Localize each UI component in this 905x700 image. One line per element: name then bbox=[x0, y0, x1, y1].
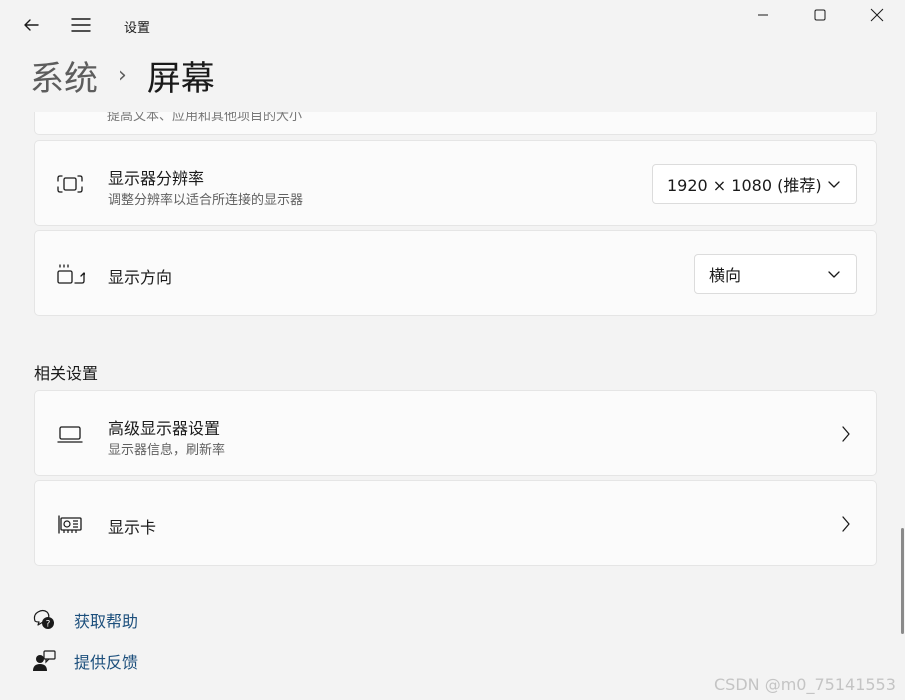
close-icon bbox=[870, 8, 884, 22]
orientation-dropdown[interactable]: 横向 bbox=[694, 254, 857, 294]
close-button[interactable] bbox=[854, 0, 900, 30]
graphics-card-card[interactable]: 显示卡 bbox=[34, 480, 877, 566]
minimize-icon bbox=[758, 14, 768, 16]
svg-text:?: ? bbox=[46, 620, 51, 630]
resolution-subtitle: 调整分辨率以适合所连接的显示器 bbox=[108, 193, 304, 208]
watermark: CSDN @m0_75141553 bbox=[714, 675, 896, 694]
orientation-title: 显示方向 bbox=[108, 268, 173, 287]
hamburger-icon bbox=[71, 18, 91, 32]
get-help-label: 获取帮助 bbox=[74, 612, 139, 631]
orientation-value: 横向 bbox=[709, 266, 742, 285]
feedback-label: 提供反馈 bbox=[74, 653, 139, 672]
orientation-icon bbox=[57, 263, 88, 289]
help-icon: ? bbox=[33, 609, 54, 630]
scale-card-subtitle: 提高文本、应用和其他项目的大小 bbox=[107, 112, 303, 124]
maximize-button[interactable] bbox=[797, 0, 843, 30]
orientation-card: 显示方向 横向 bbox=[34, 230, 877, 316]
scale-card[interactable]: 提高文本、应用和其他项目的大小 bbox=[34, 112, 877, 135]
resolution-value: 1920 × 1080 (推荐) bbox=[667, 176, 822, 195]
arrow-left-icon bbox=[24, 19, 39, 31]
resolution-title: 显示器分辨率 bbox=[108, 169, 205, 188]
chevron-down-icon bbox=[828, 181, 840, 188]
advanced-display-card[interactable]: 高级显示器设置 显示器信息，刷新率 bbox=[34, 390, 877, 476]
advanced-display-subtitle: 显示器信息，刷新率 bbox=[108, 443, 226, 458]
feedback-icon bbox=[33, 650, 56, 671]
breadcrumb-separator: › bbox=[118, 62, 127, 88]
breadcrumb-parent[interactable]: 系统 bbox=[30, 51, 98, 100]
laptop-icon bbox=[57, 425, 83, 449]
feedback-link[interactable]: 提供反馈 bbox=[32, 649, 138, 673]
back-button[interactable] bbox=[14, 10, 48, 40]
menu-button[interactable] bbox=[64, 10, 98, 40]
graphics-card-title: 显示卡 bbox=[108, 518, 157, 537]
page-title: 屏幕 bbox=[146, 58, 215, 99]
breadcrumb: 系统 › 屏幕 bbox=[30, 50, 215, 100]
content-scroll-area[interactable]: 提高文本、应用和其他项目的大小 显示器分辨率 调整分辨率以适合所连接的显示器 1… bbox=[0, 112, 905, 700]
scrollbar-thumb[interactable] bbox=[901, 528, 904, 634]
related-settings-heading: 相关设置 bbox=[34, 364, 99, 383]
chevron-right-icon bbox=[842, 426, 850, 442]
resolution-card: 显示器分辨率 调整分辨率以适合所连接的显示器 1920 × 1080 (推荐) bbox=[34, 140, 877, 226]
chevron-right-icon bbox=[842, 516, 850, 532]
advanced-display-title: 高级显示器设置 bbox=[108, 419, 221, 438]
minimize-button[interactable] bbox=[740, 0, 786, 30]
maximize-icon bbox=[814, 9, 826, 21]
graphics-card-icon bbox=[57, 515, 83, 539]
resolution-dropdown[interactable]: 1920 × 1080 (推荐) bbox=[652, 164, 857, 204]
app-title: 设置 bbox=[124, 21, 151, 36]
resolution-icon bbox=[57, 173, 83, 199]
chevron-down-icon bbox=[828, 271, 840, 278]
get-help-link[interactable]: ? 获取帮助 bbox=[32, 608, 138, 632]
